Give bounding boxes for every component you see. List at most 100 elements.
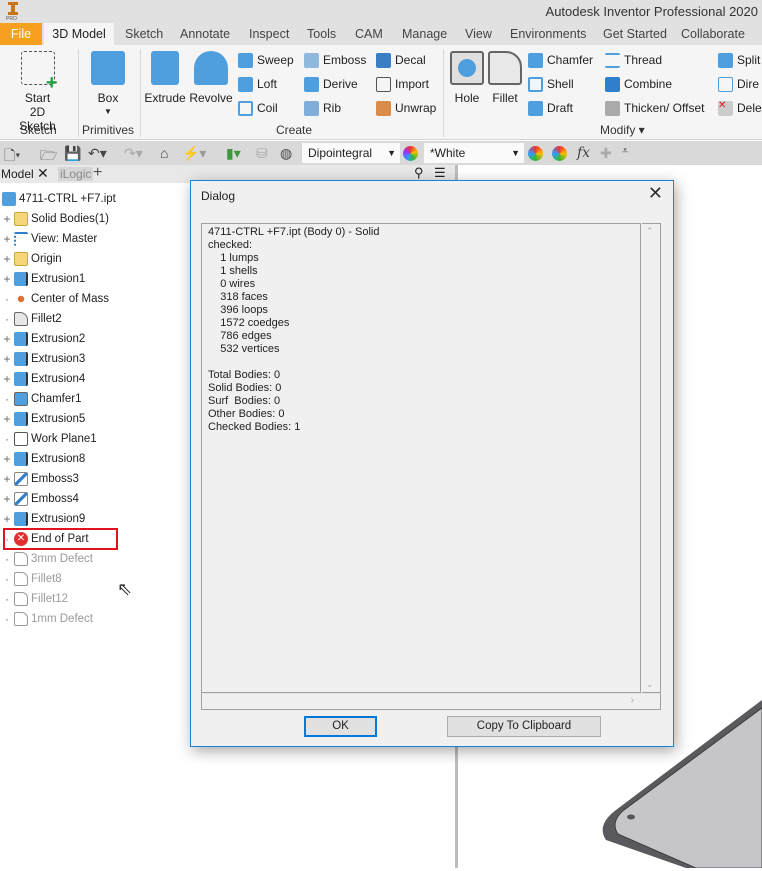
tab-view[interactable]: View: [465, 23, 492, 45]
tab-annotate[interactable]: Annotate: [180, 23, 230, 45]
material-select[interactable]: Dipointegral ▼: [302, 143, 400, 163]
direct-button[interactable]: Dire: [718, 75, 759, 93]
expand-icon[interactable]: +: [0, 472, 14, 486]
tab-cam[interactable]: CAM: [355, 23, 383, 45]
horizontal-scrollbar[interactable]: ›: [201, 693, 661, 710]
menu-icon[interactable]: ☰: [434, 165, 446, 181]
emboss-button[interactable]: Emboss: [304, 51, 366, 69]
tree-item[interactable]: · Fillet2: [0, 309, 62, 329]
tree-item[interactable]: 4711-CTRL +F7.ipt: [0, 189, 116, 209]
import-button[interactable]: Import: [376, 75, 429, 93]
tree-item[interactable]: · Fillet8: [0, 569, 62, 589]
thicken-offset-button[interactable]: Thicken/ Offset: [605, 99, 704, 117]
tab-ilogic[interactable]: iLogic: [58, 167, 94, 181]
extrude-button[interactable]: Extrude: [144, 51, 186, 105]
parameters-icon[interactable]: fx: [577, 145, 590, 161]
select-icon[interactable]: ▮▾: [226, 145, 241, 162]
results-textarea[interactable]: 4711-CTRL +F7.ipt (Body 0) - Solid check…: [201, 223, 641, 693]
combine-button[interactable]: Combine: [605, 75, 672, 93]
tree-item[interactable]: + Extrusion2: [0, 329, 85, 349]
add-icon[interactable]: ✚: [600, 145, 612, 162]
delete-face-button[interactable]: ✕ Dele: [718, 99, 762, 117]
sweep-button[interactable]: Sweep: [238, 51, 294, 69]
hole-button[interactable]: Hole: [449, 51, 485, 105]
update-icon[interactable]: ⚡▾: [182, 145, 206, 162]
inventor-logo-icon[interactable]: PRO: [6, 2, 20, 22]
draft-button[interactable]: Draft: [528, 99, 573, 117]
tab-manage[interactable]: Manage: [402, 23, 447, 45]
tree-item[interactable]: · Fillet12: [0, 589, 68, 609]
tab-inspect[interactable]: Inspect: [249, 23, 289, 45]
tree-item[interactable]: + Origin: [0, 249, 62, 269]
redo-icon[interactable]: ↷▾: [124, 145, 143, 162]
revolve-button[interactable]: Revolve: [189, 51, 233, 105]
copy-to-clipboard-button[interactable]: Copy To Clipboard: [447, 716, 601, 737]
coil-button[interactable]: Coil: [238, 99, 278, 117]
chamfer-button[interactable]: Chamfer: [528, 51, 593, 69]
tree-item[interactable]: + Extrusion3: [0, 349, 85, 369]
tree-item[interactable]: + Extrusion8: [0, 449, 85, 469]
close-icon[interactable]: ✕: [37, 165, 49, 182]
tree-item[interactable]: · Work Plane1: [0, 429, 97, 449]
search-icon[interactable]: ⚲: [414, 165, 424, 181]
expand-icon[interactable]: +: [0, 452, 14, 466]
tree-item[interactable]: · Center of Mass: [0, 289, 109, 309]
expand-icon[interactable]: +: [0, 372, 14, 386]
expand-icon[interactable]: +: [0, 492, 14, 506]
split-button[interactable]: Split: [718, 51, 760, 69]
home-icon[interactable]: ⌂: [160, 145, 168, 161]
tree-item-label: Extrusion3: [31, 353, 86, 365]
expand-icon[interactable]: +: [0, 332, 14, 346]
tab-environments[interactable]: Environments: [510, 23, 586, 45]
tab-3d-model[interactable]: 3D Model: [44, 23, 114, 45]
tree-item[interactable]: + Extrusion4: [0, 369, 85, 389]
tree-item[interactable]: + Extrusion1: [0, 269, 85, 289]
tree-item[interactable]: + View: Master: [0, 229, 97, 249]
expand-icon[interactable]: +: [0, 352, 14, 366]
tree-item[interactable]: · Chamfer1: [0, 389, 82, 409]
box-button[interactable]: Box ▼: [88, 51, 128, 119]
tree-item[interactable]: + Extrusion9: [0, 509, 85, 529]
tree-item[interactable]: + Emboss4: [0, 489, 79, 509]
expand-icon[interactable]: +: [0, 512, 14, 526]
start-2d-sketch-button[interactable]: + Start 2D Sketch: [10, 51, 65, 133]
customize-icon[interactable]: ⩡: [622, 145, 628, 158]
expand-icon[interactable]: +: [0, 412, 14, 426]
expand-icon[interactable]: +: [0, 272, 14, 286]
tree-item[interactable]: · 3mm Defect: [0, 549, 93, 569]
ok-button[interactable]: OK: [304, 716, 377, 737]
tab-collaborate[interactable]: Collaborate: [681, 23, 745, 45]
tab-sketch[interactable]: Sketch: [125, 23, 163, 45]
tab-model[interactable]: Model: [1, 167, 34, 181]
shell-button[interactable]: Shell: [528, 75, 574, 93]
group-sketch-label: Sketch: [20, 123, 57, 137]
tree-item[interactable]: + Solid Bodies(1): [0, 209, 109, 229]
expand-icon[interactable]: +: [0, 252, 14, 266]
undo-icon[interactable]: ↶▾: [88, 145, 107, 162]
unwrap-button[interactable]: Unwrap: [376, 99, 436, 117]
rib-button[interactable]: Rib: [304, 99, 341, 117]
group-modify-label[interactable]: Modify ▾: [600, 123, 645, 137]
derive-button[interactable]: Derive: [304, 75, 358, 93]
tab-tools[interactable]: Tools: [307, 23, 336, 45]
adjust-appearance-icon[interactable]: [528, 146, 543, 161]
tree-item[interactable]: + Emboss3: [0, 469, 79, 489]
thread-button[interactable]: Thread: [605, 51, 662, 69]
fillet-button[interactable]: Fillet: [487, 51, 523, 105]
measure-icon[interactable]: ⛁: [256, 145, 268, 162]
expand-icon[interactable]: +: [0, 212, 14, 226]
expand-icon[interactable]: +: [0, 232, 14, 246]
appearance-select[interactable]: *White ▼: [424, 143, 524, 163]
dialog-close-icon[interactable]: ✕: [648, 183, 663, 204]
clear-appearance-icon[interactable]: [552, 146, 567, 161]
tree-item[interactable]: + Extrusion5: [0, 409, 85, 429]
tab-get-started[interactable]: Get Started: [603, 23, 667, 45]
tree-item-label: View: Master: [31, 233, 98, 245]
tab-file[interactable]: File: [0, 23, 42, 45]
add-tab-icon[interactable]: +: [93, 164, 102, 182]
decal-button[interactable]: Decal: [376, 51, 426, 69]
loft-button[interactable]: Loft: [238, 75, 277, 93]
save-icon[interactable]: 💾: [64, 145, 81, 162]
vertical-scrollbar[interactable]: ⌃ ⌄: [642, 223, 661, 693]
tree-item[interactable]: · 1mm Defect: [0, 609, 93, 629]
